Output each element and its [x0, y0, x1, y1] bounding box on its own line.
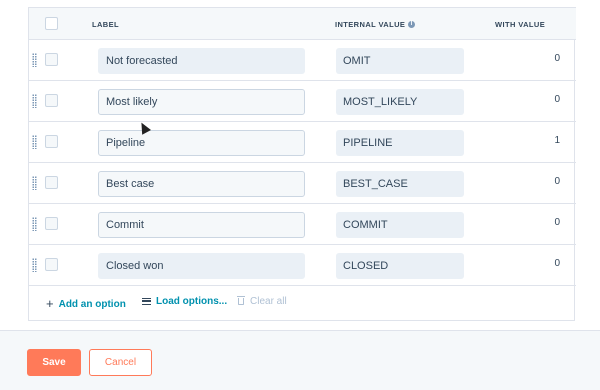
- option-internal-value: PIPELINE: [336, 130, 464, 156]
- table-row: Not forecasted OMIT 0: [29, 40, 576, 81]
- drag-handle-icon[interactable]: [32, 217, 37, 231]
- label-column-header: LABEL: [92, 20, 119, 29]
- option-internal-value: CLOSED: [336, 253, 464, 279]
- internal-value-header-text: INTERNAL VALUE: [335, 20, 406, 29]
- drag-handle-icon[interactable]: [32, 53, 37, 67]
- plus-icon: +: [46, 296, 54, 311]
- select-all-checkbox[interactable]: [45, 17, 58, 30]
- list-icon: [142, 297, 151, 305]
- option-internal-value: MOST_LIKELY: [336, 89, 464, 115]
- with-value-count: 0: [554, 176, 560, 187]
- row-checkbox[interactable]: [45, 258, 58, 271]
- drag-handle-icon[interactable]: [32, 135, 37, 149]
- row-checkbox[interactable]: [45, 217, 58, 230]
- with-value-count: 0: [554, 53, 560, 64]
- property-options-editor: LABEL INTERNAL VALUE i WITH VALUE Not for…: [0, 0, 600, 390]
- with-value-count: 1: [554, 135, 560, 146]
- add-option-button[interactable]: + Add an option: [46, 296, 126, 311]
- table-actions: + Add an option Load options... Clear all: [29, 294, 576, 314]
- option-label-input[interactable]: Not forecasted: [98, 48, 305, 74]
- cancel-button[interactable]: Cancel: [89, 349, 152, 376]
- table-row: Most likely MOST_LIKELY 0: [29, 81, 576, 122]
- drag-handle-icon[interactable]: [32, 176, 37, 190]
- row-checkbox[interactable]: [45, 53, 58, 66]
- options-table: LABEL INTERNAL VALUE i WITH VALUE Not for…: [28, 7, 576, 321]
- table-header: LABEL INTERNAL VALUE i WITH VALUE: [29, 7, 576, 40]
- save-button[interactable]: Save: [27, 349, 81, 376]
- option-internal-value: BEST_CASE: [336, 171, 464, 197]
- option-label-input[interactable]: Best case: [98, 171, 305, 197]
- table-row: Commit COMMIT 0: [29, 204, 576, 245]
- option-label-input[interactable]: Pipeline: [98, 130, 305, 156]
- table-row: Best case BEST_CASE 0: [29, 163, 576, 204]
- table-row: Closed won CLOSED 0: [29, 245, 576, 286]
- option-label-input[interactable]: Closed won: [98, 253, 305, 279]
- option-internal-value: COMMIT: [336, 212, 464, 238]
- with-value-count: 0: [554, 258, 560, 269]
- add-option-label: Add an option: [58, 299, 126, 310]
- internal-value-column-header: INTERNAL VALUE i: [335, 20, 416, 29]
- option-label-input[interactable]: Commit: [98, 212, 305, 238]
- table-row: Pipeline PIPELINE 1: [29, 122, 576, 163]
- drag-handle-icon[interactable]: [32, 94, 37, 108]
- with-value-column-header: WITH VALUE: [495, 20, 546, 29]
- option-internal-value: OMIT: [336, 48, 464, 74]
- load-options-button[interactable]: Load options...: [142, 296, 227, 307]
- drag-handle-icon[interactable]: [32, 258, 37, 272]
- load-options-label: Load options...: [156, 296, 228, 307]
- clear-all-button[interactable]: Clear all: [237, 296, 287, 307]
- row-checkbox[interactable]: [45, 135, 58, 148]
- trash-icon: [237, 296, 245, 306]
- with-value-count: 0: [554, 94, 560, 105]
- row-checkbox[interactable]: [45, 176, 58, 189]
- info-icon[interactable]: i: [408, 20, 416, 28]
- footer-bar: Save Cancel: [0, 330, 600, 390]
- option-label-input[interactable]: Most likely: [98, 89, 305, 115]
- with-value-count: 0: [554, 217, 560, 228]
- clear-all-label: Clear all: [250, 296, 287, 307]
- row-checkbox[interactable]: [45, 94, 58, 107]
